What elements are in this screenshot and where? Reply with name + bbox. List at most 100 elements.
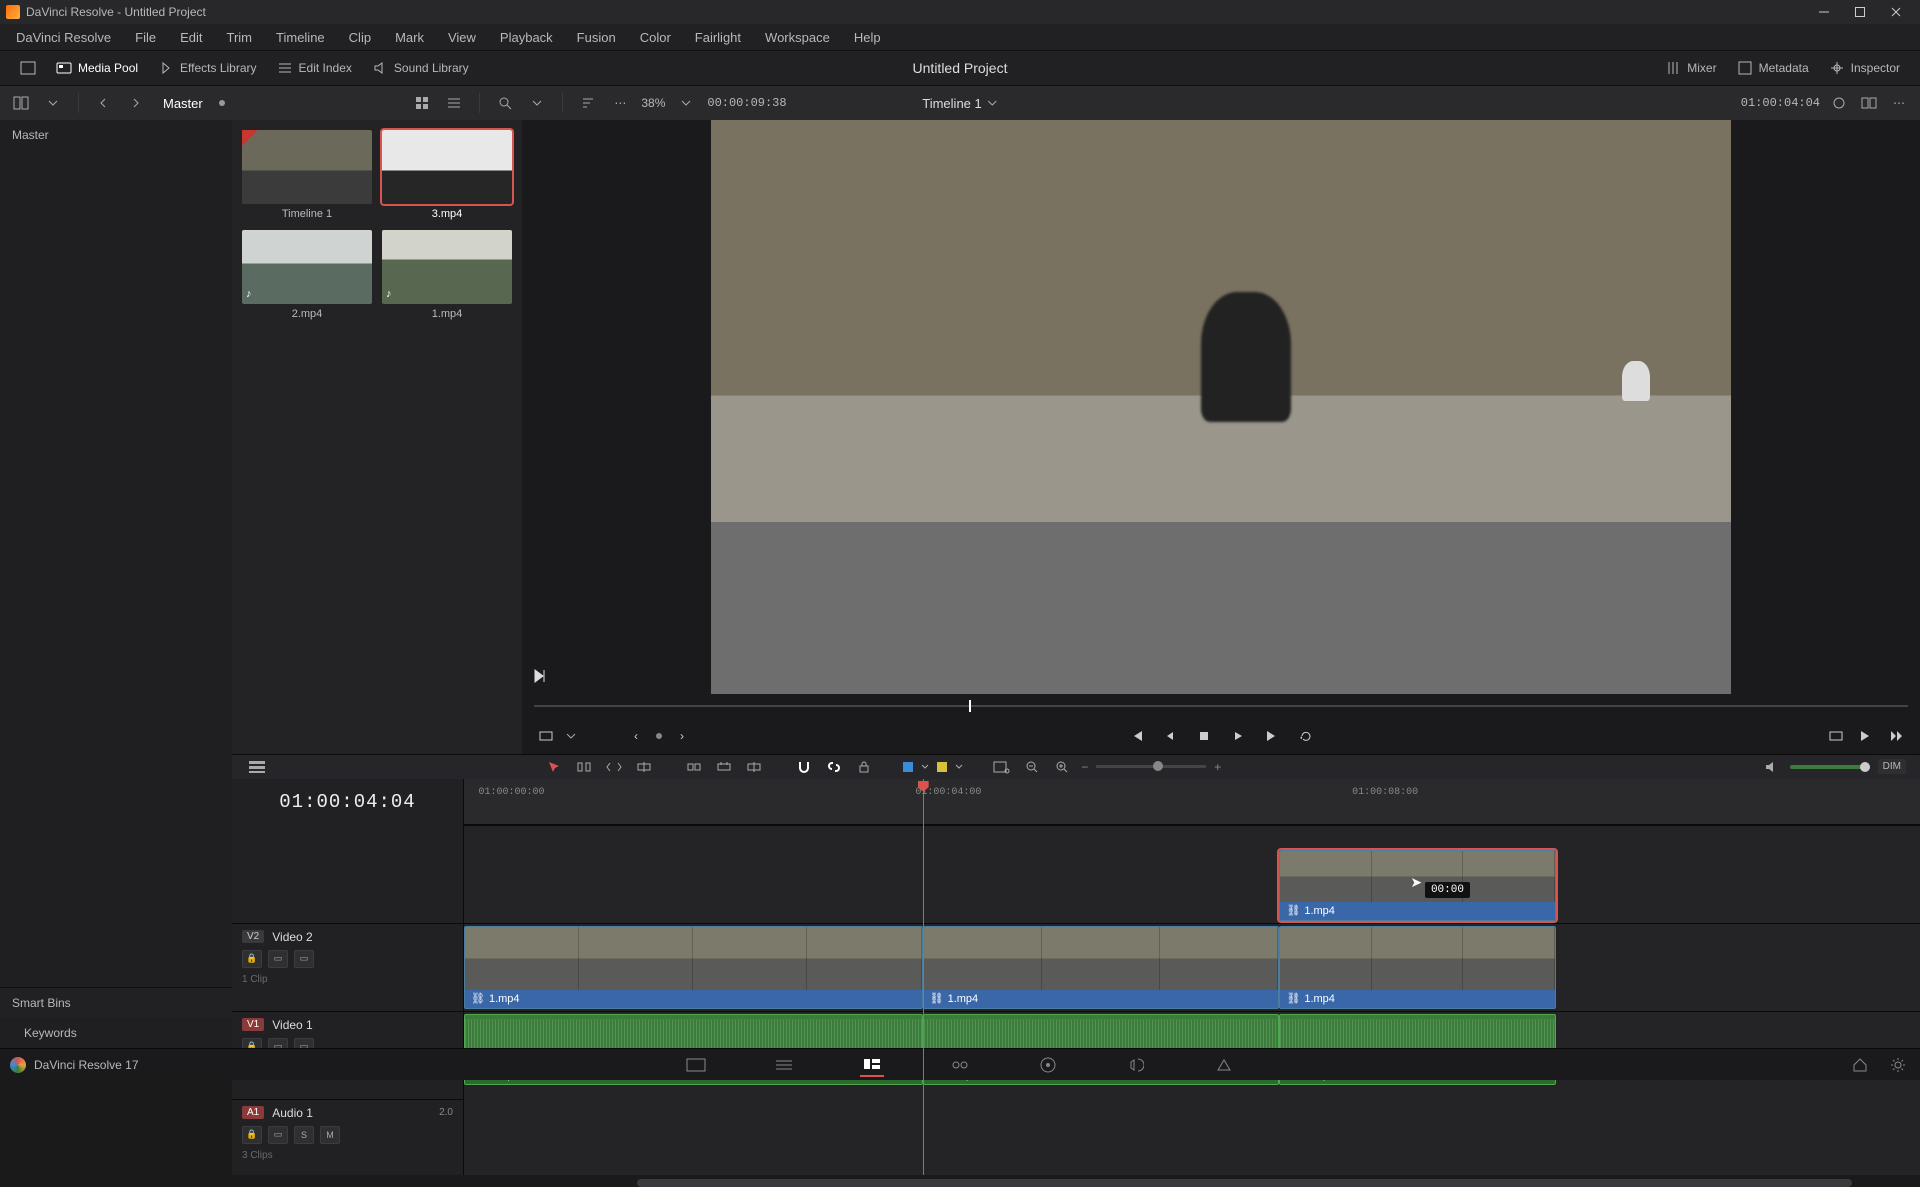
clip-v1-3[interactable]: ⛓1.mp4 bbox=[1279, 926, 1556, 1009]
minimize-button[interactable] bbox=[1806, 0, 1842, 24]
overwrite-clip-button[interactable] bbox=[713, 756, 735, 778]
volume-icon[interactable] bbox=[1760, 756, 1782, 778]
clip-thumb-3mp4[interactable]: 3.mp4 bbox=[382, 130, 512, 220]
clip-thumb-2mp4[interactable]: ♪ 2.mp4 bbox=[242, 230, 372, 320]
record-timecode[interactable]: 01:00:04:04 bbox=[1741, 96, 1820, 110]
edit-index-toggle[interactable]: Edit Index bbox=[267, 56, 362, 80]
effects-library-toggle[interactable]: Effects Library bbox=[148, 56, 266, 80]
menu-help[interactable]: Help bbox=[844, 28, 891, 47]
chevron-down-icon[interactable] bbox=[42, 92, 64, 114]
timeline-playhead[interactable] bbox=[923, 779, 924, 1175]
last-frame-button[interactable] bbox=[1856, 726, 1876, 746]
next-mark-button[interactable]: › bbox=[672, 726, 692, 746]
timeline-name[interactable]: Timeline 1 bbox=[922, 96, 981, 111]
nav-fwd-button[interactable] bbox=[125, 92, 147, 114]
stop-button[interactable] bbox=[1194, 726, 1214, 746]
bypass-grade-button[interactable] bbox=[1828, 92, 1850, 114]
menu-timeline[interactable]: Timeline bbox=[266, 28, 335, 47]
lock-button[interactable] bbox=[853, 756, 875, 778]
breadcrumb[interactable]: Master bbox=[163, 96, 203, 111]
track-lock-button[interactable]: 🔒 bbox=[242, 950, 262, 968]
trim-tool[interactable] bbox=[573, 756, 595, 778]
chevron-down-icon[interactable] bbox=[526, 92, 548, 114]
timeline-scrollbar[interactable] bbox=[232, 1175, 1920, 1184]
match-frame-button[interactable] bbox=[536, 726, 556, 746]
metadata-toggle[interactable]: Metadata bbox=[1727, 56, 1819, 80]
timeline-timecode[interactable]: 01:00:04:04 bbox=[232, 779, 463, 825]
menu-trim[interactable]: Trim bbox=[217, 28, 263, 47]
chevron-down-icon[interactable] bbox=[921, 763, 929, 771]
track-arm-button[interactable]: ▭ bbox=[268, 1126, 288, 1144]
nav-fairlight-page[interactable] bbox=[1124, 1053, 1148, 1077]
chevron-down-icon[interactable] bbox=[566, 731, 576, 741]
play-button[interactable] bbox=[1228, 726, 1248, 746]
clip-v1-1[interactable]: ⛓1.mp4 bbox=[464, 926, 923, 1009]
track-auto-select-button[interactable]: ▭ bbox=[268, 950, 288, 968]
media-pool-toggle[interactable]: Media Pool bbox=[46, 56, 148, 80]
sidebar-item-keywords[interactable]: Keywords bbox=[0, 1018, 232, 1048]
nav-cut-page[interactable] bbox=[772, 1053, 796, 1077]
prev-mark-button[interactable]: ‹ bbox=[626, 726, 646, 746]
sidebar-item-master[interactable]: Master bbox=[0, 120, 232, 150]
dim-button[interactable]: DIM bbox=[1878, 759, 1906, 774]
menu-fusion[interactable]: Fusion bbox=[567, 28, 626, 47]
dynamic-trim-tool[interactable] bbox=[603, 756, 625, 778]
track-lane-v1[interactable]: ⛓1.mp4 ⛓1.mp4 ⛓1.mp4 bbox=[464, 923, 1920, 1011]
menu-color[interactable]: Color bbox=[630, 28, 681, 47]
first-frame-button[interactable] bbox=[1126, 726, 1146, 746]
menu-edit[interactable]: Edit bbox=[170, 28, 212, 47]
volume-slider[interactable] bbox=[1790, 765, 1870, 769]
clip-thumb-1mp4[interactable]: ♪ 1.mp4 bbox=[382, 230, 512, 320]
menu-view[interactable]: View bbox=[438, 28, 486, 47]
track-head-v2[interactable]: V2Video 2 🔒 ▭ ▭ 1 Clip bbox=[232, 923, 463, 1011]
settings-button[interactable] bbox=[1886, 1053, 1910, 1077]
smart-bins-header[interactable]: Smart Bins bbox=[0, 988, 232, 1018]
track-head-a1[interactable]: A1Audio 12.0 🔒 ▭ S M 3 Clips bbox=[232, 1099, 463, 1175]
source-timecode[interactable]: 00:00:09:38 bbox=[707, 96, 786, 110]
chevron-down-icon[interactable] bbox=[988, 98, 998, 108]
menu-file[interactable]: File bbox=[125, 28, 166, 47]
zoom-level[interactable]: 38% bbox=[641, 96, 665, 110]
thumb-view-button[interactable] bbox=[411, 92, 433, 114]
menu-resolve[interactable]: DaVinci Resolve bbox=[6, 28, 121, 47]
full-extent-button[interactable] bbox=[1826, 726, 1846, 746]
prev-frame-button[interactable] bbox=[1160, 726, 1180, 746]
track-disable-button[interactable]: ▭ bbox=[294, 950, 314, 968]
sort-button[interactable] bbox=[577, 92, 599, 114]
zoom-out-button[interactable] bbox=[1021, 756, 1043, 778]
chevron-down-icon[interactable] bbox=[955, 763, 963, 771]
go-to-end-button[interactable] bbox=[1886, 726, 1906, 746]
track-lock-button[interactable]: 🔒 bbox=[242, 1126, 262, 1144]
menu-playback[interactable]: Playback bbox=[490, 28, 563, 47]
insert-clip-button[interactable] bbox=[683, 756, 705, 778]
nav-back-button[interactable] bbox=[93, 92, 115, 114]
more-icon[interactable]: ⋯ bbox=[609, 92, 631, 114]
timeline-view-options-button[interactable] bbox=[246, 756, 268, 778]
sound-library-toggle[interactable]: Sound Library bbox=[362, 56, 479, 80]
clip-thumb-timeline1[interactable]: Timeline 1 bbox=[242, 130, 372, 220]
home-button[interactable] bbox=[1848, 1053, 1872, 1077]
more-icon[interactable]: ⋯ bbox=[1888, 92, 1910, 114]
viewer-scrubber[interactable] bbox=[522, 694, 1920, 718]
flag-blue-button[interactable] bbox=[903, 762, 913, 772]
track-lane-v2[interactable]: ⛓1.mp4 00:00 ➤ bbox=[464, 825, 1920, 923]
nav-color-page[interactable] bbox=[1036, 1053, 1060, 1077]
menu-mark[interactable]: Mark bbox=[385, 28, 434, 47]
nav-edit-page[interactable] bbox=[860, 1053, 884, 1077]
track-solo-button[interactable]: S bbox=[294, 1126, 314, 1144]
marker-button[interactable] bbox=[937, 762, 947, 772]
dual-view-button[interactable] bbox=[1858, 92, 1880, 114]
skip-icon[interactable] bbox=[532, 668, 548, 684]
blade-tool[interactable] bbox=[633, 756, 655, 778]
link-button[interactable] bbox=[823, 756, 845, 778]
replace-clip-button[interactable] bbox=[743, 756, 765, 778]
zoom-slider[interactable] bbox=[1096, 765, 1206, 768]
close-button[interactable] bbox=[1878, 0, 1914, 24]
timeline-tracks[interactable]: 01:00:00:00 01:00:04:00 01:00:08:00 ⛓1.m… bbox=[464, 779, 1920, 1175]
nav-media-page[interactable] bbox=[684, 1053, 708, 1077]
menu-clip[interactable]: Clip bbox=[339, 28, 381, 47]
panel-toggle-button[interactable] bbox=[10, 56, 46, 80]
inspector-toggle[interactable]: Inspector bbox=[1819, 56, 1910, 80]
selection-tool[interactable] bbox=[543, 756, 565, 778]
search-icon[interactable] bbox=[494, 92, 516, 114]
